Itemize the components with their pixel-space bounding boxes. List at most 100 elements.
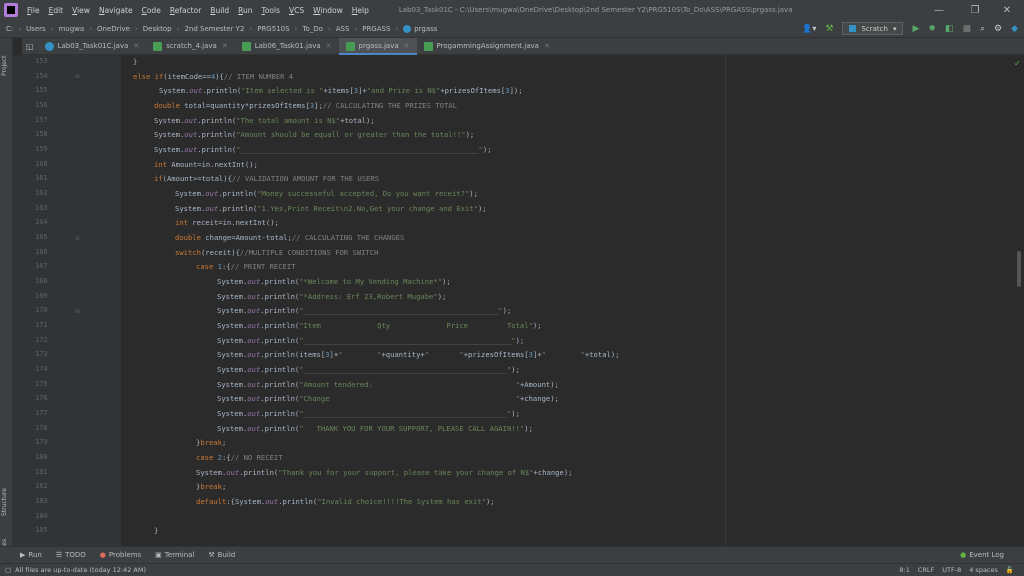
line-number: 168 (35, 277, 48, 285)
line-number: 170 (35, 306, 48, 314)
tab-label: Lab03_Task01C.java (57, 42, 129, 50)
terminal-tool-tab[interactable]: ▣ Terminal (155, 551, 194, 559)
line-number: 182 (35, 482, 48, 490)
menu-refactor[interactable]: Refactor (170, 6, 201, 15)
line-number: 162 (35, 189, 48, 197)
line-number: 156 (35, 101, 48, 109)
line-number-gutter[interactable]: 153 154 155 156 157 158 159 160 161 162 … (13, 55, 121, 546)
menu-help[interactable]: Help (352, 6, 369, 15)
minimize-icon[interactable]: — (922, 0, 956, 20)
breadcrumb-todo[interactable]: To_Do (302, 25, 323, 33)
java-class-icon (44, 41, 54, 51)
breadcrumb-users[interactable]: Users (26, 25, 46, 33)
breadcrumb-drive[interactable]: C: (6, 25, 13, 33)
stop-icon[interactable]: ■ (962, 24, 971, 34)
menu-file[interactable]: File (27, 6, 40, 15)
code-editor[interactable]: } else if(itemCode==4){// ITEM NUMBER 4 … (121, 55, 1014, 546)
java-file-icon (423, 41, 433, 51)
status-panel-icon[interactable]: ▢ (5, 566, 11, 574)
user-icon[interactable]: 👤▾ (802, 24, 816, 33)
fold-icon[interactable]: ⊖ (75, 73, 80, 80)
status-message[interactable]: All files are up-to-date (today 12:42 AM… (15, 566, 146, 574)
tab-label: ProgammingAssignment.java (436, 42, 539, 50)
line-separator[interactable]: CRLF (918, 566, 934, 574)
code-line: System.out.println("____________________… (217, 365, 520, 374)
fold-icon[interactable]: ⊖ (75, 235, 80, 242)
breadcrumb-prgass-folder[interactable]: PRGASS (362, 25, 390, 33)
chevron-right-icon: › (395, 24, 399, 33)
debug-icon[interactable]: ✹ (928, 24, 936, 34)
menu-navigate[interactable]: Navigate (99, 6, 133, 15)
fold-icon[interactable]: ⊖ (75, 308, 80, 315)
line-number: 179 (35, 438, 48, 446)
editor-scrollbar[interactable]: ✓ (1014, 55, 1024, 546)
event-log-tab[interactable]: ● Event Log (960, 551, 1004, 559)
code-line: switch(receit){//MULTIPLE CONDITIONS FOR… (175, 248, 379, 257)
breadcrumb-ass[interactable]: ASS (336, 25, 350, 33)
menu-vcs[interactable]: VCS (289, 6, 304, 15)
event-log-label: Event Log (969, 551, 1004, 559)
line-number: 157 (35, 116, 48, 124)
coverage-icon[interactable]: ◧ (945, 24, 954, 34)
chevron-right-icon: › (176, 24, 180, 33)
todo-tool-tab[interactable]: ☰ TODO (56, 551, 86, 559)
breadcrumb-prgass-file[interactable]: prgass (414, 25, 437, 33)
scrollbar-thumb[interactable] (1017, 251, 1021, 287)
menu-edit[interactable]: Edit (49, 6, 64, 15)
file-encoding[interactable]: UTF-8 (942, 566, 961, 574)
indent-setting[interactable]: 4 spaces (969, 566, 998, 574)
code-line: double change=Amount-total;// CALCULATIN… (175, 233, 405, 242)
project-panel-tab[interactable]: Project (1, 42, 12, 76)
close-icon[interactable]: ✕ (326, 42, 332, 50)
tab-scratch-4[interactable]: scratch_4.java ✕ (146, 38, 234, 55)
restore-icon[interactable]: ❐ (958, 0, 992, 20)
caret-position[interactable]: 8:1 (899, 566, 909, 574)
breadcrumb-onedrive[interactable]: OneDrive (97, 25, 130, 33)
breadcrumb-prg510s[interactable]: PRG510S (257, 25, 289, 33)
navigation-bar: C: › Users › mugwa › OneDrive › Desktop › 2nd… (0, 20, 1024, 38)
close-icon[interactable]: ✕ (133, 42, 139, 50)
code-line: System.out.println("Amount tendered: "+A… (217, 380, 559, 389)
lock-icon[interactable]: 🔓 (1006, 566, 1014, 574)
line-number: 159 (35, 145, 48, 153)
run-tool-tab[interactable]: ▶ Run (20, 551, 42, 559)
menu-build[interactable]: Build (210, 6, 229, 15)
project-view-icon[interactable]: ◱ (26, 42, 34, 51)
tab-prgass[interactable]: prgass.java ✕ (338, 37, 417, 55)
menu-view[interactable]: View (72, 6, 90, 15)
menu-run[interactable]: Run (238, 6, 252, 15)
code-line: else if(itemCode==4){// ITEM NUMBER 4 (133, 72, 294, 81)
line-number: 169 (35, 292, 48, 300)
menu-window[interactable]: Window (313, 6, 343, 15)
close-icon[interactable]: ✕ (404, 42, 410, 50)
menu-code[interactable]: Code (142, 6, 161, 15)
tab-lab03-task01c[interactable]: Lab03_Task01C.java ✕ (38, 38, 147, 55)
line-number: 184 (35, 512, 48, 520)
menu-tools[interactable]: Tools (262, 6, 280, 15)
settings-icon[interactable]: ⚙ (994, 24, 1002, 34)
code-line: System.out.println("Item Qty Price Total… (217, 321, 542, 330)
error-icon: ● (99, 551, 106, 559)
problems-tool-tab[interactable]: ● Problems (100, 551, 141, 559)
search-icon[interactable]: ⌕ (980, 24, 985, 34)
code-line: System.out.println(" THANK YOU FOR YOUR … (217, 424, 533, 433)
code-line: System.out.println("*Welcome to My Vendi… (217, 277, 451, 286)
breadcrumb-mugwa[interactable]: mugwa (58, 25, 84, 33)
chevron-right-icon: › (327, 24, 331, 33)
hammer-icon[interactable]: ⚒ (825, 24, 833, 34)
update-icon[interactable]: ◆ (1011, 24, 1018, 34)
line-number: 181 (35, 468, 48, 476)
close-icon[interactable]: ✕ (544, 42, 550, 50)
left-tool-strip: Project Structure Favorites (0, 38, 13, 566)
tab-label: scratch_4.java (166, 42, 217, 50)
structure-panel-tab[interactable]: Structure (1, 486, 12, 516)
close-icon[interactable]: ✕ (222, 42, 228, 50)
breadcrumb-desktop[interactable]: Desktop (143, 25, 172, 33)
breadcrumb-semester[interactable]: 2nd Semester Y2 (184, 25, 244, 33)
run-icon[interactable]: ▶ (912, 24, 919, 34)
build-tool-tab[interactable]: ⚒ Build (208, 551, 235, 559)
close-window-icon[interactable]: ✕ (990, 0, 1024, 20)
tab-lab06-task01[interactable]: Lab06_Task01.java ✕ (235, 38, 339, 55)
tab-programming-assignment[interactable]: ProgammingAssignment.java ✕ (417, 38, 557, 55)
run-config-select[interactable]: Scratch ▾ (842, 22, 904, 35)
